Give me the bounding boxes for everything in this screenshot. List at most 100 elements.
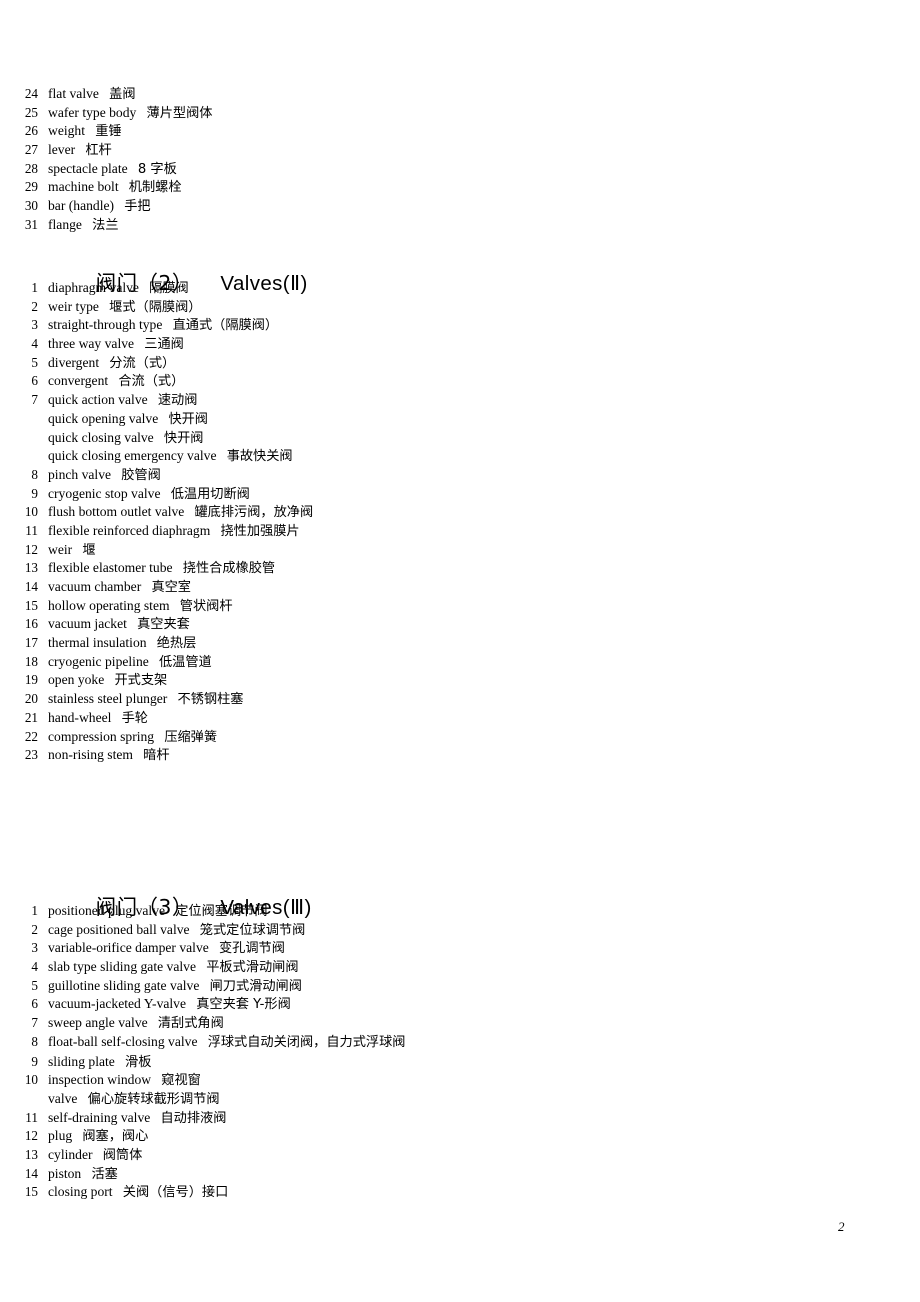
entry-body: flat valve 盖阀 [48, 85, 920, 105]
entry-number: 30 [24, 198, 38, 214]
entry-term-cn: 管状阀杆 [179, 598, 233, 614]
entry-gap [162, 317, 172, 332]
glossary-entry: 15 closing port 关阀（信号）接口 [0, 1183, 920, 1202]
entry-term-en: hand-wheel [48, 709, 112, 725]
entry-gap [72, 1128, 82, 1143]
entry-term-en: quick closing emergency valve [48, 448, 217, 464]
entry-term-cn: 绝热层 [156, 636, 197, 652]
entry-number: 25 [24, 104, 38, 120]
entry-term-en: valve [48, 1090, 78, 1106]
glossary-entry: 13 flexible elastomer tube 挠性合成橡胶管 [0, 559, 920, 578]
entry-number: 9 [31, 1053, 38, 1069]
glossary-entry: 8 pinch valve 胶管阀 [0, 466, 920, 485]
glossary-entry: 12 weir 堰 [0, 541, 920, 560]
entry-number: 21 [24, 709, 38, 725]
entry-gap [114, 198, 124, 213]
entry-term-cn: 堰 [82, 542, 96, 558]
entry-term-en: open yoke [48, 672, 105, 688]
entry-body: sliding plate 滑板 [48, 1053, 920, 1073]
entry-number: 8 [31, 466, 38, 482]
glossary-entry: 22 compression spring 压缩弹簧 [0, 728, 920, 747]
entry-term-en: flush bottom outlet valve [48, 504, 185, 520]
entry-body: non-rising stem 暗杆 [48, 746, 920, 766]
entry-number: 1 [31, 280, 38, 295]
entry-gap [154, 430, 164, 445]
entry-term-cn: 关阀（信号）接口 [122, 1185, 229, 1201]
glossary-entry: 2 cage positioned ball valve 笼式定位球调节阀 [0, 921, 920, 940]
entry-number: 12 [24, 541, 38, 557]
entry-term-en: quick opening valve [48, 410, 159, 426]
entry-number: 4 [31, 336, 38, 352]
entry-term-cn: 开式支架 [114, 673, 168, 689]
entry-term-cn: 变孔调节阀 [218, 941, 285, 957]
entry-body: quick closing valve 快开阀 [48, 429, 920, 449]
entry-term-cn: 机制螺栓 [128, 180, 182, 196]
entry-number: 23 [24, 747, 38, 763]
entry-gap [154, 729, 164, 744]
entry-body: inspection window 窥视窗 [48, 1071, 920, 1091]
entry-gap [199, 978, 209, 993]
glossary-entry: 9 cryogenic stop valve 低温用切断阀 [0, 485, 920, 504]
entry-body: vacuum-jacketed Y-valve 真空夹套 Y-形阀 [48, 995, 920, 1015]
entry-list: 24 flat valve 盖阀 25 wafer type body 薄片型阀体 26… [0, 85, 920, 235]
glossary-entry: 12 plug 阀塞，阀心 [0, 1127, 920, 1146]
entry-term-cn: 堰式（隔膜阀） [109, 299, 202, 315]
glossary-entry: quick opening valve 快开阀 [0, 410, 920, 429]
entry-term-en: cryogenic stop valve [48, 485, 161, 501]
entry-gap [139, 280, 149, 295]
entry-body: divergent 分流（式） [48, 354, 920, 374]
entry-number: 12 [24, 1128, 38, 1144]
entry-gap [209, 940, 219, 955]
entry-term-en: hollow operating stem [48, 597, 170, 613]
entry-term-en: diaphragm valve [48, 280, 139, 295]
entry-gap [173, 560, 183, 575]
entry-term-en: self-draining valve [48, 1109, 151, 1125]
entry-term-en: vacuum chamber [48, 579, 142, 594]
entry-term-cn: 胶管阀 [121, 467, 161, 483]
entry-number: 19 [24, 672, 38, 688]
entry-number: 28 [24, 160, 38, 176]
entry-gap [167, 691, 177, 706]
entry-number: 11 [25, 522, 38, 538]
glossary-entry: 30 bar (handle) 手把 [0, 197, 920, 216]
entry-gap [149, 654, 159, 669]
entry-term-cn: 真空夹套 Y-形阀 [196, 997, 291, 1013]
entry-term-en: bar (handle) [48, 198, 115, 214]
entry-body: cryogenic stop valve 低温用切断阀 [48, 485, 920, 505]
entry-body: bar (handle) 手把 [48, 197, 920, 217]
entry-term-en: weight [48, 123, 85, 139]
entry-body: weight 重锤 [48, 122, 920, 142]
entry-gap [210, 523, 220, 538]
entry-term-en: three way valve [48, 336, 135, 352]
entry-term-cn: 合流（式） [118, 374, 185, 390]
entry-body: three way valve 三通阀 [48, 335, 920, 355]
entry-term-en: positioned plug valve [48, 903, 166, 918]
entry-term-cn: 挠性加强膜片 [220, 523, 300, 539]
entry-term-en: spectacle plate [48, 160, 128, 176]
entry-body: cryogenic pipeline 低温管道 [48, 653, 920, 673]
entry-gap [151, 1072, 161, 1087]
entry-term-en: piston [48, 1165, 82, 1181]
entry-term-en: quick closing valve [48, 429, 154, 445]
entry-gap [147, 635, 157, 650]
entry-body: guillotine sliding gate valve 闸刀式滑动闸阀 [48, 977, 920, 997]
entry-gap [136, 105, 146, 120]
entry-gap [170, 598, 180, 613]
entry-term-en: convergent [48, 373, 109, 389]
entry-number: 6 [31, 996, 38, 1012]
entry-number: 20 [24, 691, 38, 707]
entry-term-cn: 暗杆 [143, 748, 170, 764]
entry-term-en: plug [48, 1128, 73, 1144]
entry-body: self-draining valve 自动排液阀 [48, 1109, 920, 1129]
entry-term-cn: 定位阀塞调节阀 [175, 904, 268, 919]
entry-term-en: thermal insulation [48, 635, 147, 651]
entry-gap [104, 672, 114, 687]
glossary-entry: 9 sliding plate 滑板 [0, 1053, 920, 1072]
glossary-entry: 7 sweep angle valve 清刮式角阀 [0, 1014, 920, 1033]
entry-body: open yoke 开式支架 [48, 671, 920, 691]
entry-term-cn: 盖阀 [109, 87, 136, 102]
entry-term-cn: 分流（式） [109, 355, 176, 371]
entry-term-cn: 快开阀 [163, 430, 204, 446]
entry-number: 18 [24, 653, 38, 669]
entry-gap [148, 1015, 158, 1030]
